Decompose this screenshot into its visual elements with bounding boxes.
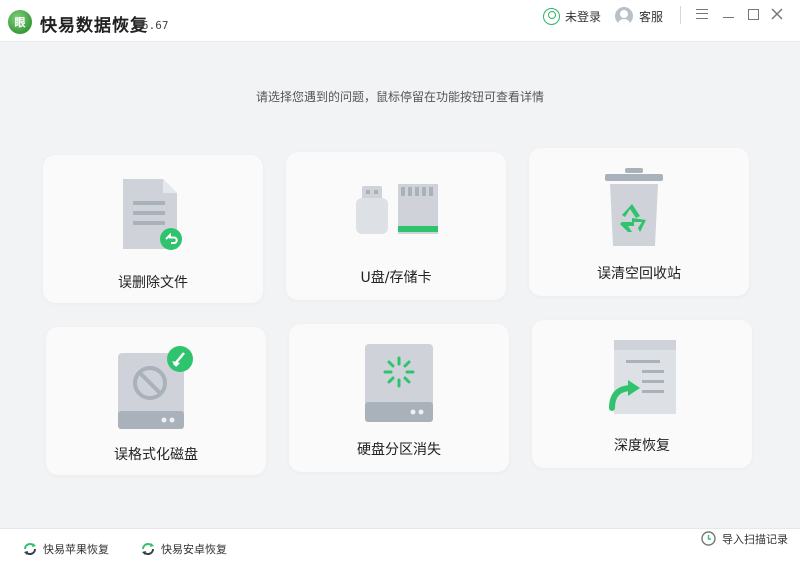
card-usb-storage[interactable]: U盘/存储卡 bbox=[286, 152, 506, 300]
card-deleted-file[interactable]: 误删除文件 bbox=[43, 155, 263, 303]
refresh-green-icon bbox=[142, 543, 154, 555]
card-label: U盘/存储卡 bbox=[360, 270, 432, 286]
close-icon bbox=[771, 8, 783, 20]
title-bar: 眼 快易数据恢复 5.67 未登录 客服 bbox=[0, 0, 800, 42]
card-label: 误格式化磁盘 bbox=[114, 447, 198, 463]
instruction-text: 请选择您遇到的问题，鼠标停留在功能按钮可查看详情 bbox=[255, 90, 544, 104]
apple-recovery-label: 快易苹果恢复 bbox=[43, 543, 109, 556]
service-label: 客服 bbox=[639, 9, 664, 24]
history-clock-icon bbox=[701, 531, 716, 546]
minimize-icon bbox=[722, 16, 734, 18]
import-scan-record-label: 导入扫描记录 bbox=[722, 532, 788, 546]
customer-service-button[interactable]: 客服 bbox=[615, 6, 663, 26]
app-version: 5.67 bbox=[142, 19, 169, 32]
app-logo: 眼 bbox=[8, 10, 32, 34]
maximize-icon bbox=[747, 8, 759, 20]
import-scan-record-button[interactable]: 导入扫描记录 bbox=[700, 530, 788, 547]
apple-recovery-link[interactable]: 快易苹果恢复 bbox=[22, 541, 109, 557]
deleted-file-icon bbox=[123, 179, 182, 250]
bottom-bar: 快易苹果恢复 快易安卓恢复 bbox=[0, 528, 800, 563]
maximize-button[interactable] bbox=[743, 4, 763, 24]
login-button[interactable]: 未登录 bbox=[543, 6, 601, 26]
login-label: 未登录 bbox=[565, 9, 602, 24]
recycle-bin-icon bbox=[605, 168, 663, 246]
card-deep-recovery[interactable]: 深度恢复 bbox=[532, 320, 752, 468]
usb-sdcard-icon bbox=[356, 184, 438, 234]
android-recovery-label: 快易安卓恢复 bbox=[161, 543, 227, 556]
card-label: 硬盘分区消失 bbox=[357, 442, 441, 458]
card-label: 误删除文件 bbox=[118, 275, 188, 291]
deep-recovery-icon bbox=[609, 340, 676, 414]
formatted-disk-icon bbox=[118, 346, 193, 429]
titlebar-divider bbox=[680, 6, 681, 24]
user-icon bbox=[543, 7, 560, 25]
android-recovery-link[interactable]: 快易安卓恢复 bbox=[140, 541, 227, 557]
minimize-button[interactable] bbox=[718, 4, 738, 24]
refresh-green-icon bbox=[24, 543, 36, 555]
menu-icon bbox=[696, 9, 708, 19]
missing-partition-icon bbox=[365, 344, 433, 422]
menu-button[interactable] bbox=[692, 4, 712, 24]
card-label: 误清空回收站 bbox=[597, 266, 681, 282]
card-missing-partition[interactable]: 硬盘分区消失 bbox=[289, 324, 509, 472]
card-recycle-bin[interactable]: 误清空回收站 bbox=[529, 148, 749, 296]
close-button[interactable] bbox=[767, 4, 787, 24]
service-avatar-icon bbox=[615, 7, 633, 25]
card-formatted-disk[interactable]: 误格式化磁盘 bbox=[46, 327, 266, 475]
app-title: 快易数据恢复 bbox=[40, 16, 148, 36]
card-label: 深度恢复 bbox=[614, 438, 670, 454]
